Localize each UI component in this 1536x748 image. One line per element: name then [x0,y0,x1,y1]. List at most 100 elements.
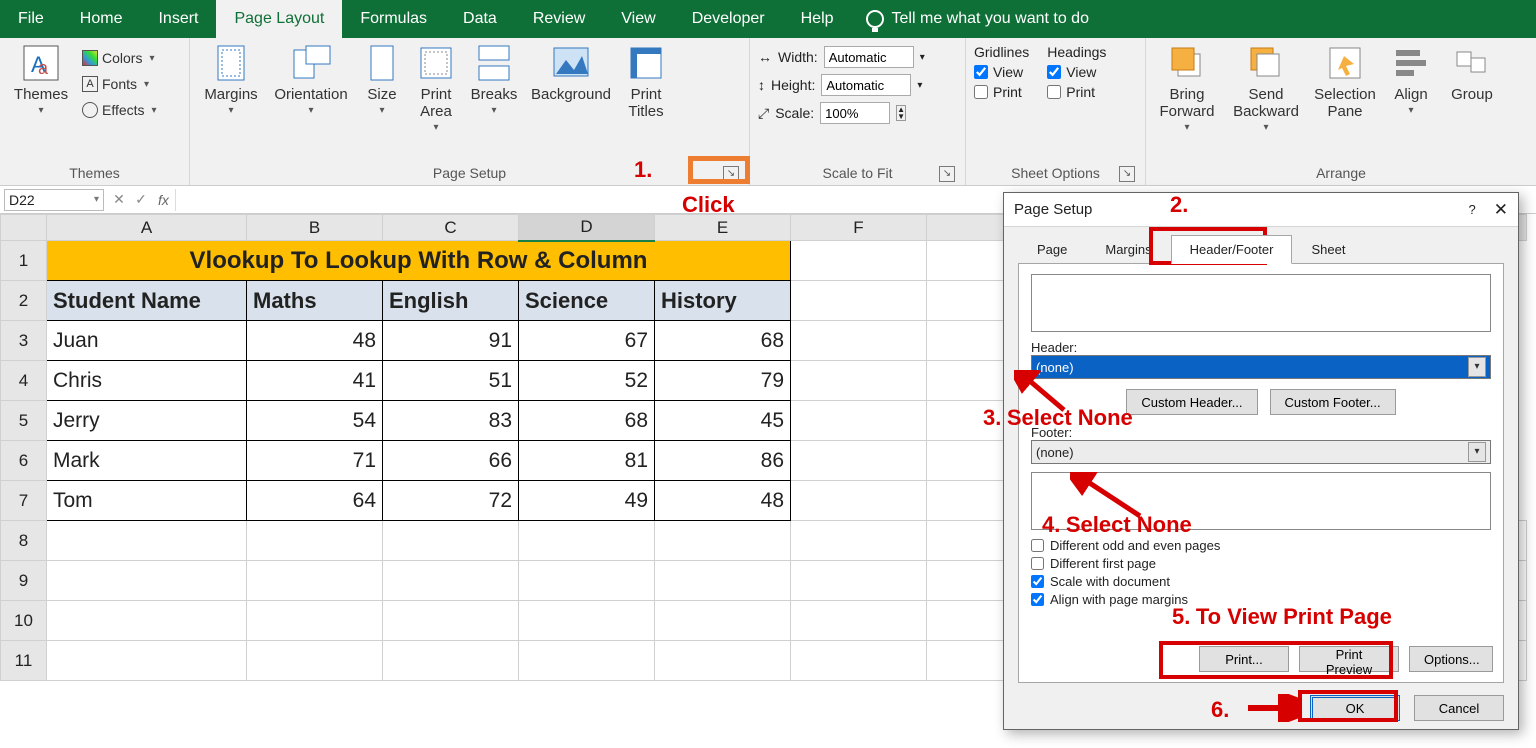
scale-doc-check[interactable] [1031,575,1044,588]
diff-odd-even-check[interactable] [1031,539,1044,552]
colors-icon [82,50,98,66]
tell-me[interactable]: Tell me what you want to do [852,10,1089,28]
orientation-button[interactable]: Orientation▾ [268,42,354,116]
tab-file[interactable]: File [0,0,62,38]
gridlines-label: Gridlines [974,44,1029,60]
align-margins-check[interactable] [1031,593,1044,606]
row-header-9[interactable]: 9 [1,561,47,601]
print-area-button[interactable]: Print Area▾ [410,42,462,133]
tab-developer[interactable]: Developer [674,0,783,38]
height-icon: ↕ [758,77,765,93]
effects-button[interactable]: Effects [82,98,157,122]
selection-pane-button[interactable]: Selection Pane [1312,42,1378,120]
col-header-D[interactable]: D [519,215,655,241]
page-setup-launcher[interactable]: ↘ [723,166,739,182]
tab-formulas[interactable]: Formulas [342,0,445,38]
col-header-A[interactable]: A [47,215,247,241]
margins-button[interactable]: Margins▾ [198,42,264,116]
width-input[interactable] [824,46,914,68]
bring-forward-button[interactable]: Bring Forward▾ [1154,42,1220,133]
size-button[interactable]: Size▾ [358,42,406,116]
tab-help[interactable]: Help [783,0,852,38]
breaks-icon [473,42,515,84]
tab-margins[interactable]: Margins [1086,235,1170,264]
tab-page[interactable]: Page [1018,235,1086,264]
options-button[interactable]: Options... [1409,646,1493,672]
row-header-4[interactable]: 4 [1,361,47,401]
header-select[interactable]: (none)▾ [1031,355,1491,379]
themes-button[interactable]: Aa Themes ▾ [8,42,74,116]
breaks-button[interactable]: Breaks▾ [466,42,522,116]
dialog-title: Page Setup [1014,201,1092,218]
print-titles-icon [625,42,667,84]
custom-header-button[interactable]: Custom Header... [1126,389,1257,415]
row-header-3[interactable]: 3 [1,321,47,361]
close-icon[interactable]: ✕ [1494,200,1508,220]
colors-button[interactable]: Colors [82,46,157,70]
tab-review[interactable]: Review [515,0,603,38]
align-button[interactable]: Align▾ [1386,42,1436,116]
ribbon: Aa Themes ▾ Colors AFonts Effects Themes… [0,38,1536,186]
tab-home[interactable]: Home [62,0,141,38]
send-backward-icon [1245,42,1287,84]
headings-label: Headings [1047,44,1106,60]
themes-icon: Aa [20,42,62,84]
sheetopt-launcher[interactable]: ↘ [1119,166,1135,182]
accept-formula[interactable]: ✓ [130,191,152,208]
scale-input[interactable] [820,102,890,124]
header-label: Header: [1031,340,1491,355]
size-icon [361,42,403,84]
group-arrange: Bring Forward▾ Send Backward▾ Selection … [1146,38,1536,185]
background-button[interactable]: Background [526,42,616,103]
gridlines-print-check[interactable]: Print [974,84,1029,100]
print-preview-button[interactable]: Print Preview [1299,646,1399,672]
cancel-button[interactable]: Cancel [1414,695,1504,721]
col-header-B[interactable]: B [247,215,383,241]
cancel-formula[interactable]: ✕ [108,191,130,208]
col-header-E[interactable]: E [655,215,791,241]
tell-me-text: Tell me what you want to do [892,10,1089,28]
tab-insert[interactable]: Insert [140,0,216,38]
dialog-title-bar[interactable]: Page Setup ? ✕ [1004,193,1518,227]
tab-data[interactable]: Data [445,0,515,38]
diff-first-check[interactable] [1031,557,1044,570]
tab-page-layout[interactable]: Page Layout [216,0,342,38]
row-header-6[interactable]: 6 [1,441,47,481]
gridlines-view-check[interactable]: View [974,64,1029,80]
row-header-8[interactable]: 8 [1,521,47,561]
ribbon-tabs: FileHomeInsertPage LayoutFormulasDataRev… [0,0,1536,38]
send-backward-button[interactable]: Send Backward▾ [1228,42,1304,133]
group-scale-to-fit: ↔Width:▾ ↕Height:▾ ⤢Scale:▲▼ Scale to Fi… [750,38,966,185]
chevron-down-icon: ▾ [1468,357,1486,377]
row-header-5[interactable]: 5 [1,401,47,441]
group-page-setup: Margins▾ Orientation▾ Size▾ Print Area▾ … [190,38,750,185]
col-header-C[interactable]: C [383,215,519,241]
fonts-button[interactable]: AFonts [82,72,157,96]
row-header-7[interactable]: 7 [1,481,47,521]
row-header-1[interactable]: 1 [1,241,47,281]
name-box[interactable]: D22▾ [4,189,104,211]
help-icon[interactable]: ? [1469,202,1476,217]
height-input[interactable] [821,74,911,96]
dialog-tabs: Page Margins Header/Footer Sheet [1004,227,1518,264]
scale-launcher[interactable]: ↘ [939,166,955,182]
print-titles-button[interactable]: Print Titles [620,42,672,120]
fonts-icon: A [82,76,98,92]
custom-footer-button[interactable]: Custom Footer... [1270,389,1396,415]
footer-select[interactable]: (none)▾ [1031,440,1491,464]
tab-header-footer[interactable]: Header/Footer [1171,235,1293,264]
tab-view[interactable]: View [603,0,673,38]
group-button[interactable]: Group [1444,42,1500,103]
print-button[interactable]: Print... [1199,646,1289,672]
headings-print-check[interactable]: Print [1047,84,1106,100]
row-header-11[interactable]: 11 [1,641,47,681]
headings-view-check[interactable]: View [1047,64,1106,80]
fx-icon[interactable]: fx [152,192,175,208]
group-themes: Aa Themes ▾ Colors AFonts Effects Themes [0,38,190,185]
ok-button[interactable]: OK [1310,695,1400,721]
row-header-2[interactable]: 2 [1,281,47,321]
align-icon [1390,42,1432,84]
col-header-F[interactable]: F [791,215,927,241]
row-header-10[interactable]: 10 [1,601,47,641]
tab-sheet[interactable]: Sheet [1292,235,1364,264]
